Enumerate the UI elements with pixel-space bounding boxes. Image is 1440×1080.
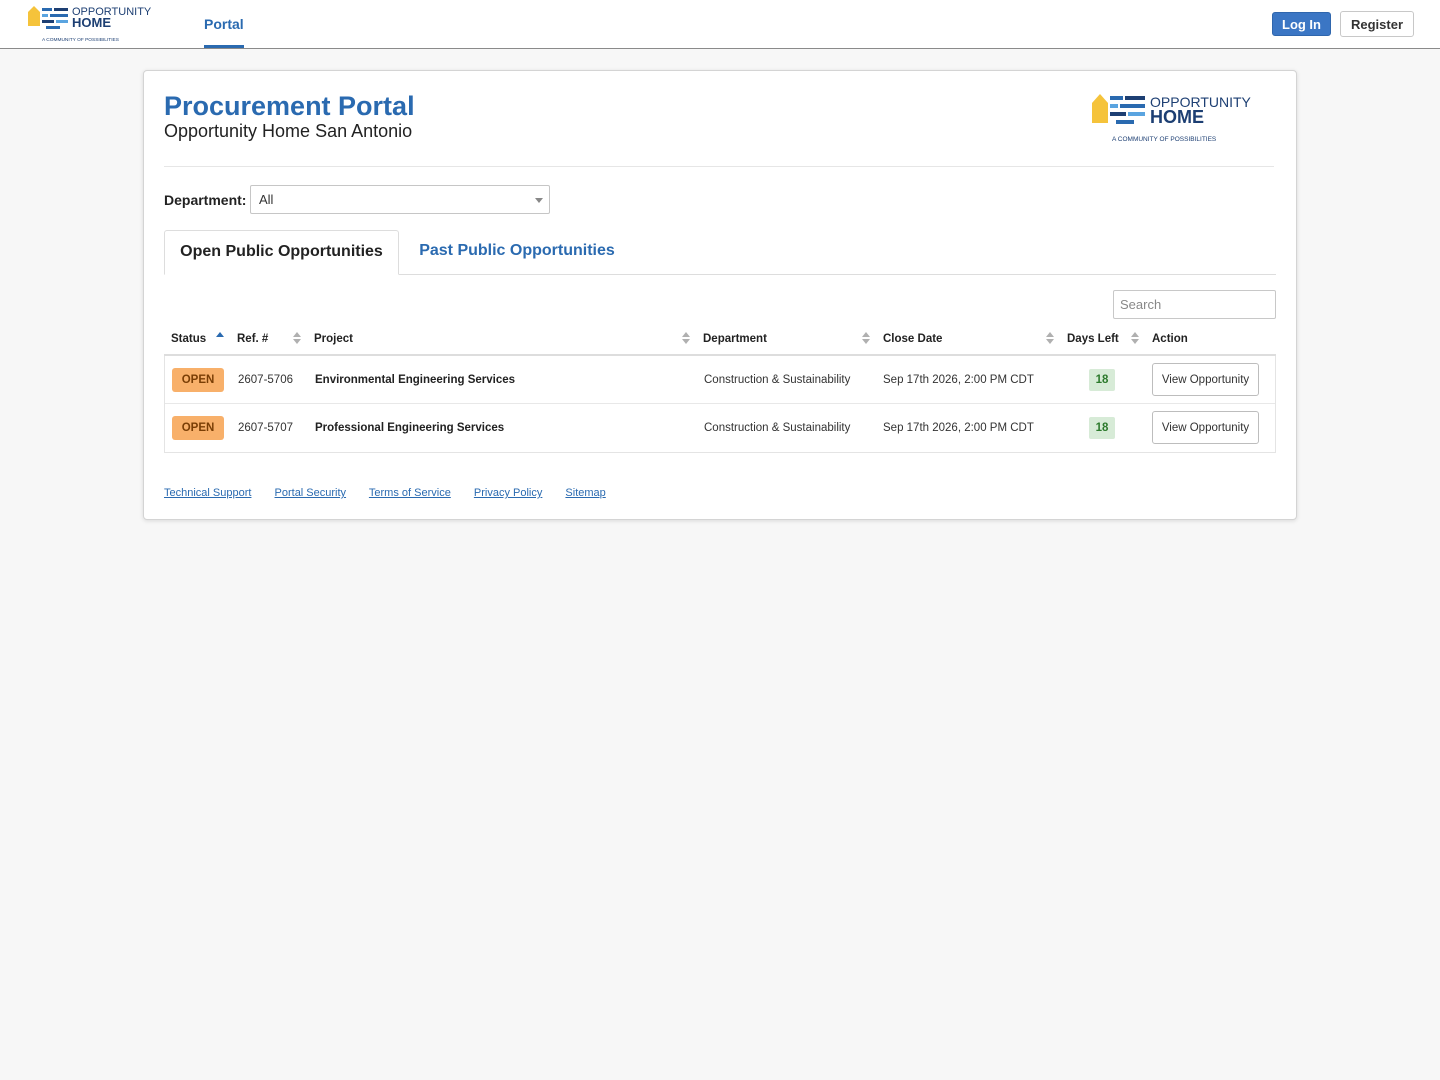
days-left-badge: 18 <box>1089 417 1115 439</box>
sort-icon[interactable] <box>862 332 870 346</box>
project-name: Professional Engineering Services <box>315 422 505 434</box>
logo-large-brand-line2: HOME <box>1150 107 1204 127</box>
chevron-down-icon <box>535 198 543 203</box>
nav-portal-link[interactable]: Portal <box>204 0 244 48</box>
footer-link-portal-security[interactable]: Portal Security <box>275 487 347 499</box>
opportunity-home-logo-large: OPPORTUNITY HOME A COMMUNITY OF POSSIBIL… <box>1092 94 1252 143</box>
column-header-status[interactable]: Status <box>171 324 206 354</box>
footer-links: Technical Support Portal Security Terms … <box>164 487 626 499</box>
search-input[interactable] <box>1113 290 1276 319</box>
column-header-close-date[interactable]: Close Date <box>883 324 942 354</box>
column-header-ref[interactable]: Ref. # <box>237 324 268 354</box>
logo-tagline: A COMMUNITY OF POSSIBILITIES <box>42 37 119 43</box>
tab-past-opportunities[interactable]: Past Public Opportunities <box>402 230 632 274</box>
footer-link-sitemap[interactable]: Sitemap <box>565 487 605 499</box>
column-header-days-left[interactable]: Days Left <box>1067 324 1119 354</box>
table-row: OPEN 2607-5706 Environmental Engineering… <box>165 356 1275 404</box>
footer-link-technical-support[interactable]: Technical Support <box>164 487 251 499</box>
view-opportunity-button[interactable]: View Opportunity <box>1152 411 1259 444</box>
ref-number: 2607-5706 <box>238 374 293 386</box>
department-name: Construction & Sustainability <box>704 422 851 434</box>
sort-icon[interactable] <box>1046 332 1054 346</box>
department-select[interactable]: All <box>250 185 550 214</box>
column-header-action: Action <box>1152 333 1188 345</box>
days-left-badge: 18 <box>1089 369 1115 391</box>
table-row: OPEN 2607-5707 Professional Engineering … <box>165 404 1275 452</box>
register-button[interactable]: Register <box>1340 11 1414 37</box>
sort-icon[interactable] <box>293 332 301 346</box>
status-badge: OPEN <box>172 416 224 440</box>
sort-icon[interactable] <box>1131 332 1139 346</box>
page-title: Procurement Portal <box>164 91 415 121</box>
column-header-department[interactable]: Department <box>703 324 767 354</box>
login-button[interactable]: Log In <box>1272 12 1331 36</box>
department-label: Department: <box>164 192 247 208</box>
header-divider <box>164 166 1274 167</box>
project-name: Environmental Engineering Services <box>315 374 516 386</box>
ref-number: 2607-5707 <box>238 422 293 434</box>
department-select-value: All <box>259 192 274 207</box>
opportunity-home-logo[interactable]: OPPORTUNITY HOME A COMMUNITY OF POSSIBIL… <box>28 4 168 44</box>
sort-icon[interactable] <box>682 332 690 346</box>
logo-large-tagline: A COMMUNITY OF POSSIBILITIES <box>1112 136 1217 143</box>
footer-link-terms-of-service[interactable]: Terms of Service <box>369 487 451 499</box>
close-date: Sep 17th 2026, 2:00 PM CDT <box>883 422 1034 434</box>
department-name: Construction & Sustainability <box>704 374 851 386</box>
tab-open-opportunities[interactable]: Open Public Opportunities <box>164 230 399 275</box>
logo-brand-line2: HOME <box>72 15 111 30</box>
page-subtitle: Opportunity Home San Antonio <box>164 121 413 141</box>
top-navbar: OPPORTUNITY HOME A COMMUNITY OF POSSIBIL… <box>0 0 1440 49</box>
status-badge: OPEN <box>172 368 224 392</box>
footer-link-privacy-policy[interactable]: Privacy Policy <box>474 487 542 499</box>
column-header-project[interactable]: Project <box>314 324 353 354</box>
procurement-card: Procurement Portal Opportunity Home San … <box>143 70 1297 520</box>
close-date: Sep 17th 2026, 2:00 PM CDT <box>883 374 1034 386</box>
sort-ascending-icon[interactable] <box>216 332 224 346</box>
table-body: OPEN 2607-5706 Environmental Engineering… <box>164 356 1276 453</box>
view-opportunity-button[interactable]: View Opportunity <box>1152 363 1259 396</box>
